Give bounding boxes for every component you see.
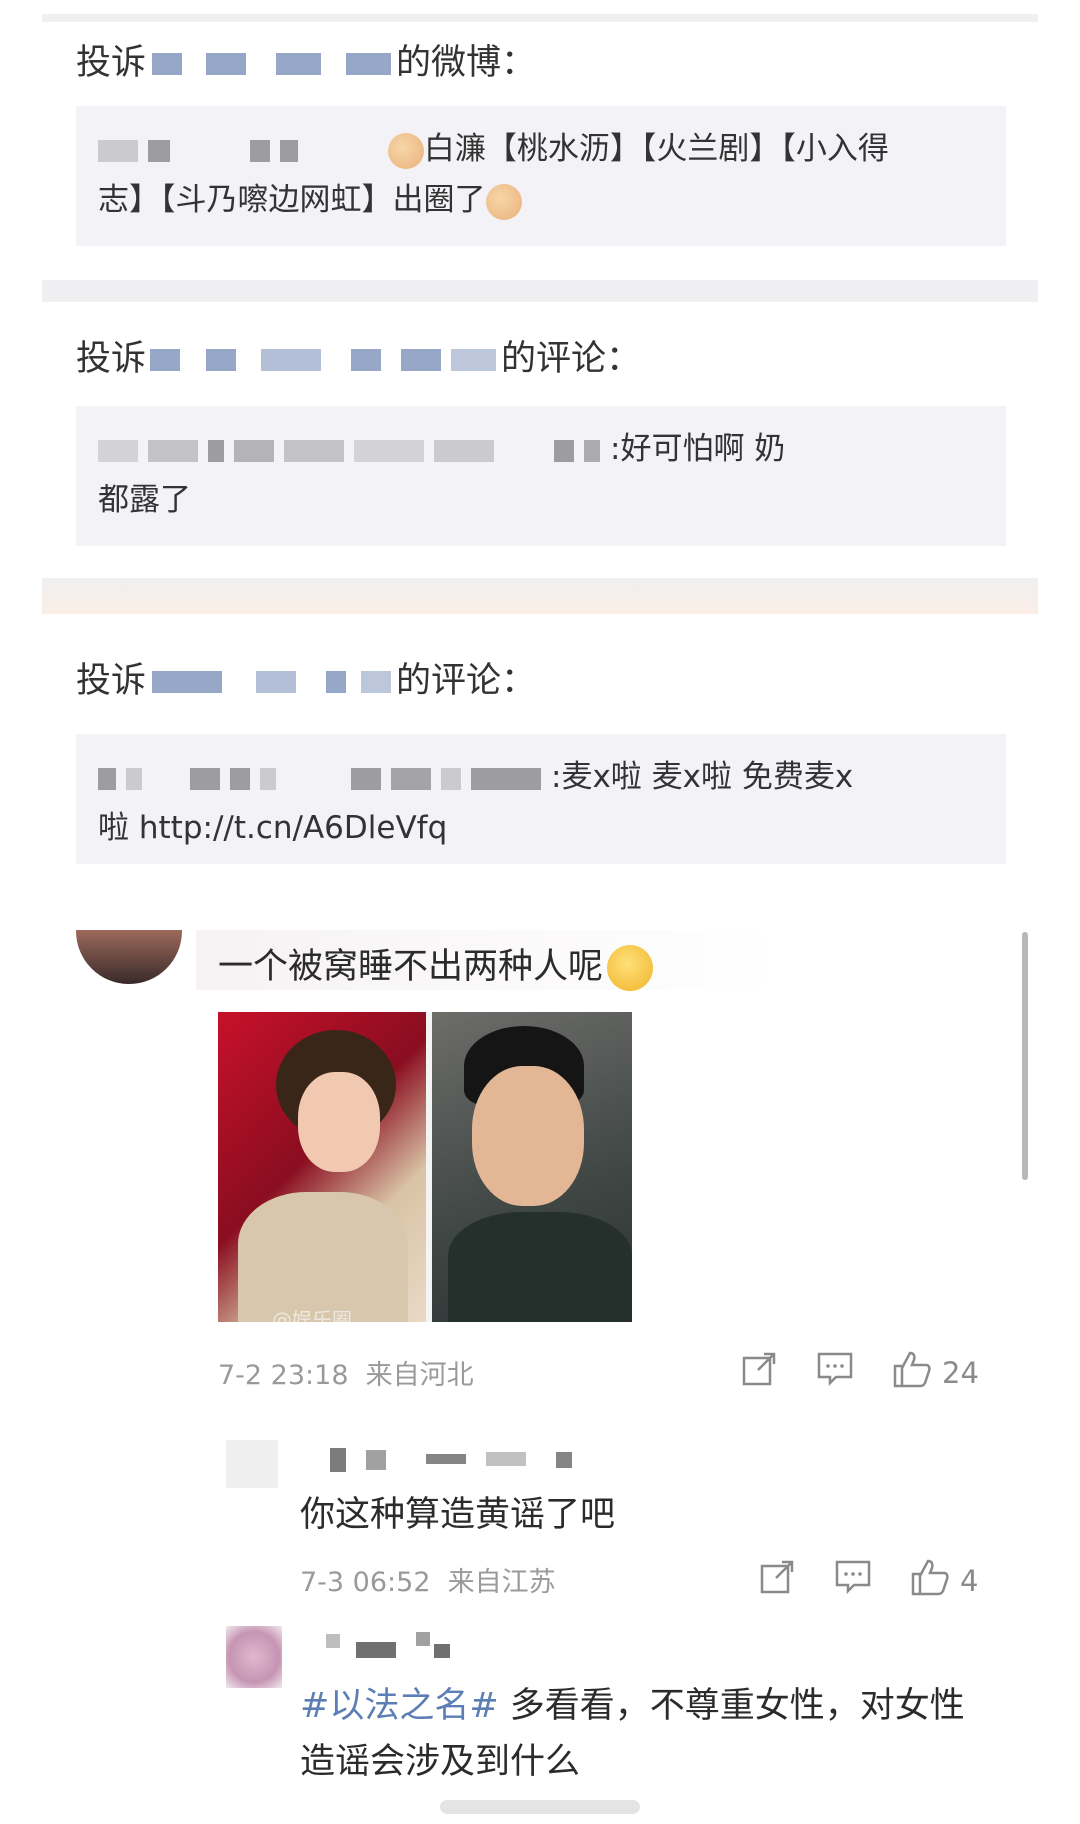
comment-meta: 7-2 23:18 来自河北 bbox=[218, 1353, 474, 1392]
report-suffix: 的评论： bbox=[501, 339, 642, 379]
woman-dress bbox=[238, 1192, 408, 1322]
share-icon[interactable] bbox=[758, 1558, 796, 1603]
report-header-2: 投诉 的评论： bbox=[76, 330, 641, 381]
screaming-face-emoji bbox=[607, 945, 654, 991]
thumbs-up-icon[interactable] bbox=[910, 1558, 950, 1603]
share-icon[interactable] bbox=[740, 1350, 778, 1395]
report-text-line1: :好可怕啊 奶 bbox=[610, 431, 786, 467]
redacted-username bbox=[146, 667, 396, 697]
reported-content-2[interactable]: :好可怕啊 奶 都露了 bbox=[76, 406, 1006, 546]
report-suffix: 的评论： bbox=[396, 661, 537, 701]
report-prefix: 投诉 bbox=[76, 339, 147, 379]
like-count: 24 bbox=[942, 1355, 979, 1390]
report-text-line2: 都露了 bbox=[98, 482, 191, 518]
reply-actions: 4 bbox=[720, 1558, 978, 1603]
report-text-line2: 啦 bbox=[98, 810, 139, 846]
like-count: 4 bbox=[960, 1563, 979, 1598]
reply-time: 7-3 06:52 bbox=[300, 1567, 431, 1598]
man-face bbox=[472, 1066, 584, 1206]
home-indicator[interactable] bbox=[440, 1800, 640, 1814]
reply-avatar[interactable] bbox=[226, 1440, 278, 1488]
report-suffix: 的微博： bbox=[396, 43, 537, 83]
comment-text: 一个被窝睡不出两种人呢 bbox=[218, 938, 654, 991]
redacted-username bbox=[146, 49, 396, 79]
clapping-hands-emoji bbox=[387, 132, 424, 169]
redacted-reply-username bbox=[326, 1632, 456, 1658]
report-prefix: 投诉 bbox=[76, 43, 147, 83]
comment-icon[interactable] bbox=[816, 1351, 854, 1394]
section-divider bbox=[42, 578, 1038, 614]
reply-text: 你这种算造黄谣了吧 bbox=[300, 1495, 616, 1535]
reply-meta: 7-3 06:52 来自江苏 bbox=[300, 1560, 556, 1599]
section-divider bbox=[42, 280, 1038, 302]
photo-watermark: @娱乐圈 bbox=[272, 1308, 352, 1322]
reply-avatar[interactable] bbox=[226, 1626, 282, 1688]
report-text-line2: 志】【斗乃嚓边网虹】出圈了 bbox=[98, 182, 486, 218]
comment-time: 7-2 23:18 bbox=[218, 1360, 349, 1391]
comment-actions: 24 bbox=[702, 1350, 979, 1395]
report-prefix: 投诉 bbox=[76, 661, 147, 701]
top-divider bbox=[42, 14, 1038, 22]
redacted-reply-username bbox=[326, 1446, 586, 1472]
short-link[interactable]: http://t.cn/A6DleVfq bbox=[139, 810, 447, 846]
comment-icon[interactable] bbox=[834, 1559, 872, 1602]
man-shirt bbox=[448, 1212, 632, 1322]
redacted-username bbox=[146, 345, 501, 375]
report-text-line1: :麦x啦 麦x啦 免费麦x bbox=[551, 759, 854, 795]
reported-content-3[interactable]: :麦x啦 麦x啦 免费麦x 啦 http://t.cn/A6DleVfq bbox=[76, 734, 1006, 864]
hashtag-link[interactable]: #以法之名# bbox=[300, 1686, 499, 1726]
avatar[interactable] bbox=[76, 930, 182, 984]
comment-location: 来自河北 bbox=[365, 1360, 474, 1391]
reply2-text: #以法之名# 多看看，不尊重女性，对女性 造谣会涉及到什么 bbox=[300, 1686, 965, 1782]
scrollbar[interactable] bbox=[1022, 932, 1028, 1180]
reply-location: 来自江苏 bbox=[447, 1567, 556, 1598]
reported-content-1[interactable]: 白濂【桃水沥】【火兰剧】【小入得 志】【斗乃嚓边网虹】出圈了 bbox=[76, 106, 1006, 246]
report-header-1: 投诉 的微博： bbox=[76, 34, 536, 85]
clapping-hands-emoji bbox=[485, 183, 522, 220]
report-text-line1: 白濂【桃水沥】【火兰剧】【小入得 bbox=[423, 131, 889, 167]
woman-face bbox=[298, 1072, 380, 1172]
thumbs-up-icon[interactable] bbox=[892, 1350, 932, 1395]
report-header-3: 投诉 的评论： bbox=[76, 652, 536, 703]
comment-photo[interactable]: @娱乐圈 bbox=[218, 1012, 632, 1322]
